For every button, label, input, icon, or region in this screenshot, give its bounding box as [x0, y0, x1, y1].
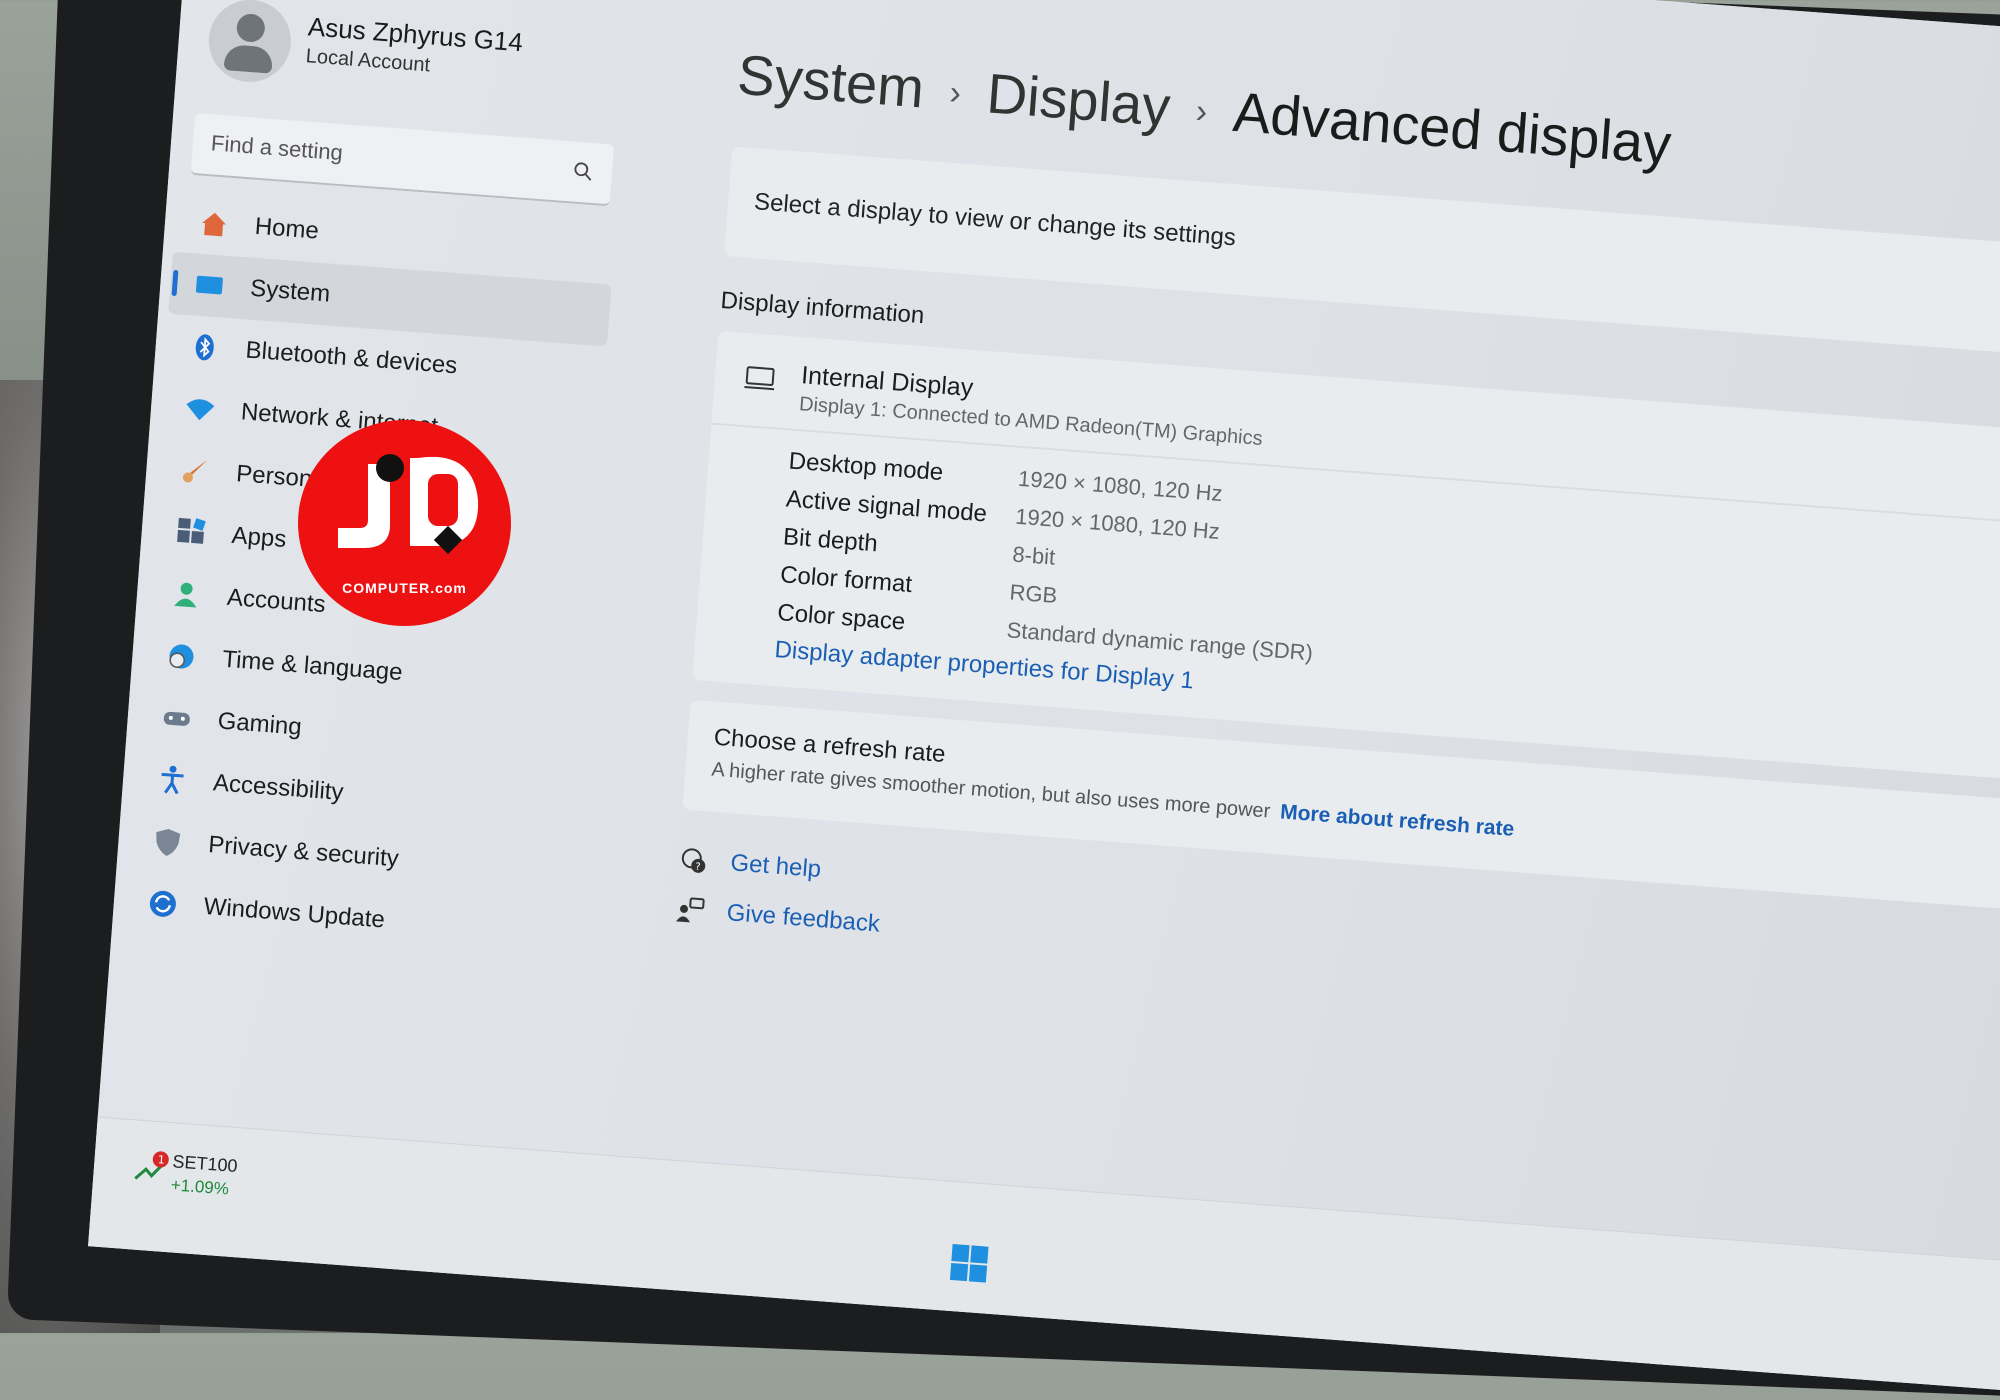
select-display-prompt: Select a display to view or change its s… [753, 188, 1237, 252]
bluetooth-icon [187, 329, 223, 365]
breadcrumb-separator: › [948, 73, 963, 113]
search-input[interactable]: Find a setting [190, 113, 615, 207]
active-indicator [171, 269, 179, 297]
give-feedback-label: Give feedback [725, 899, 881, 938]
breadcrumb-separator: › [1194, 92, 1209, 131]
search-placeholder: Find a setting [210, 130, 344, 166]
ticker-name: SET100 [171, 1151, 239, 1177]
logo-mark-icon [338, 454, 479, 555]
settings-window: Asus Zphyrus G14 Local Account Find a se… [88, 0, 2000, 1397]
feedback-icon [676, 897, 705, 923]
gamepad-icon [159, 700, 195, 736]
help-icon: ? [681, 848, 706, 873]
refresh-rate-description: A higher rate gives smoother motion, but… [711, 758, 1515, 842]
avatar-body-icon [223, 44, 274, 74]
sidebar-item-label: Privacy & security [207, 831, 400, 873]
info-value: RGB [1008, 579, 1059, 608]
monitor-icon [744, 366, 775, 391]
avatar-head-icon [235, 12, 266, 43]
apps-icon [173, 515, 209, 551]
sidebar-item-label: Gaming [216, 707, 303, 741]
home-icon [196, 206, 232, 242]
info-value: 8-bit [1011, 541, 1057, 570]
select-display-card[interactable]: Select a display to view or change its s… [724, 146, 2000, 363]
sidebar-item-label: Accessibility [212, 769, 345, 807]
sidebar-item-label: Bluetooth & devices [244, 336, 459, 380]
sidebar-item-label: Time & language [221, 645, 404, 687]
windows-start-icon[interactable] [948, 1242, 991, 1285]
ticker-change: +1.09% [170, 1175, 230, 1199]
get-help-label: Get help [729, 849, 823, 884]
avatar[interactable] [205, 0, 294, 85]
svg-text:?: ? [695, 862, 701, 873]
accounts-icon [168, 576, 204, 612]
watermark-text: COMPUTER.com [342, 580, 467, 596]
watermark-logo: COMPUTER.com [298, 420, 511, 626]
display-subtitle: Display 1: Connected to AMD Radeon(TM) G… [798, 393, 1264, 450]
laptop-screen: Asus Zphyrus G14 Local Account Find a se… [88, 0, 2000, 1397]
sidebar-item-label: Home [253, 212, 320, 245]
search-icon[interactable] [571, 159, 595, 183]
stock-widget[interactable]: 1 SET100 +1.09% [132, 1148, 238, 1199]
sidebar-item-label: Windows Update [202, 892, 386, 934]
wifi-icon [182, 391, 218, 427]
update-icon [145, 886, 181, 922]
notification-badge: 1 [157, 1153, 165, 1166]
help-links: ? Get help Give feedback [673, 834, 885, 949]
globe-clock-icon [163, 638, 199, 674]
display-info-rows: Desktop mode 1920 × 1080, 120 Hz Active … [776, 443, 1326, 673]
brush-icon [177, 453, 213, 489]
sidebar-item-label: System [249, 274, 332, 308]
stock-chart-icon: 1 [134, 1151, 169, 1180]
breadcrumb-system[interactable]: System [735, 43, 926, 120]
system-icon [191, 267, 227, 303]
breadcrumb-display[interactable]: Display [985, 61, 1173, 138]
accessibility-icon [154, 762, 190, 798]
section-title: Display information [719, 286, 926, 330]
shield-icon [149, 824, 185, 860]
sidebar-item-label: Apps [230, 521, 288, 554]
page-title: Advanced display [1230, 79, 1674, 176]
refresh-rate-description-text: A higher rate gives smoother motion, but… [710, 758, 1272, 823]
more-about-refresh-rate-link[interactable]: More about refresh rate [1279, 800, 1515, 841]
